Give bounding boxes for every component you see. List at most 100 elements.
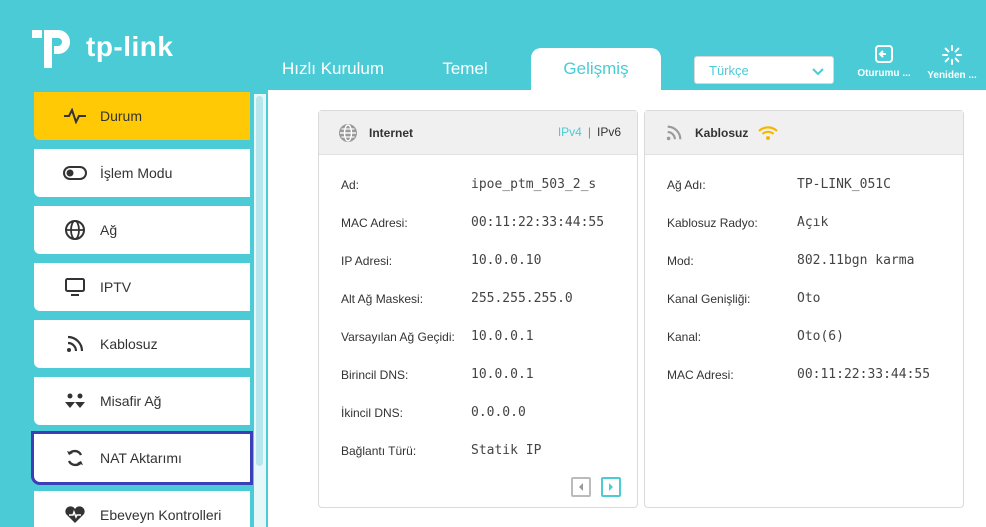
wireless-card-header: Kablosuz — [645, 111, 963, 155]
field-label: Bağlantı Türü: — [341, 444, 417, 458]
field-label: Mod: — [667, 254, 694, 268]
field-label: Ad: — [341, 178, 360, 192]
wireless-row-radio: Kablosuz Radyo: Açık — [667, 215, 828, 230]
sidebar-item-label: Kablosuz — [100, 336, 158, 352]
sidebar-item-label: İşlem Modu — [100, 165, 173, 181]
guest-icon — [62, 390, 88, 412]
tab-basic[interactable]: Temel — [420, 48, 510, 90]
field-label: Ağ Adı: — [667, 178, 706, 192]
ip-version-separator: | — [587, 125, 591, 139]
reboot-icon — [942, 45, 962, 65]
field-label: MAC Adresi: — [341, 216, 408, 230]
tab-advanced[interactable]: Gelişmiş — [531, 48, 661, 90]
wifi-signal-icon — [62, 333, 88, 355]
internet-row-ip: IP Adresi: 10.0.0.10 — [341, 253, 541, 268]
tp-link-logo-icon — [32, 24, 82, 70]
tab-ipv4[interactable]: IPv4 — [558, 125, 582, 139]
chevron-left-icon — [579, 483, 583, 491]
wifi-signal-icon — [663, 122, 685, 144]
logout-label: Oturumu ... — [857, 68, 911, 79]
wireless-row-mac: MAC Adresi: 00:11:22:33:44:55 — [667, 367, 930, 382]
field-value: Açık — [797, 215, 829, 230]
wireless-row-ssid: Ağ Adı: TP-LINK_051C — [667, 177, 891, 192]
globe-icon — [62, 219, 88, 241]
internet-row-primary-dns: Birincil DNS: 10.0.0.1 — [341, 367, 534, 382]
internet-row-secondary-dns: İkincil DNS: 0.0.0.0 — [341, 405, 526, 420]
tab-ipv6[interactable]: IPv6 — [597, 125, 621, 139]
internet-row-connection-type: Bağlantı Türü: Statik IP — [341, 443, 541, 458]
field-value: Oto — [797, 291, 821, 306]
field-label: Kablosuz Radyo: — [667, 216, 758, 230]
sidebar-item-label: NAT Aktarımı — [100, 450, 182, 466]
field-value: 00:11:22:33:44:55 — [797, 367, 931, 382]
wireless-row-channel-width: Kanal Genişliği: Oto — [667, 291, 820, 306]
pulse-icon — [62, 105, 88, 127]
wifi-active-icon — [758, 125, 779, 141]
wireless-row-channel: Kanal: Oto(6) — [667, 329, 844, 344]
sidebar-item-network[interactable]: Ağ — [34, 206, 250, 254]
chevron-down-icon — [812, 68, 824, 76]
internet-card: Internet IPv4 | IPv6 Ad: ipoe_ptm_503_2_s … — [318, 110, 638, 508]
field-value: 00:11:22:33:44:55 — [471, 215, 605, 230]
internet-row-name: Ad: ipoe_ptm_503_2_s — [341, 177, 596, 192]
sidebar-item-status[interactable]: Durum — [34, 92, 250, 140]
sidebar-item-nat-forwarding[interactable]: NAT Aktarımı — [31, 431, 253, 485]
sidebar-item-iptv[interactable]: IPTV — [34, 263, 250, 311]
field-value: 0.0.0.0 — [471, 405, 526, 420]
prev-page-button[interactable] — [571, 477, 591, 497]
field-label: Alt Ağ Maskesi: — [341, 292, 424, 306]
field-value: 255.255.255.0 — [471, 291, 573, 306]
sidebar-item-label: IPTV — [100, 279, 132, 295]
field-value: 10.0.0.10 — [471, 253, 542, 268]
field-label: IP Adresi: — [341, 254, 393, 268]
tab-quick-setup[interactable]: Hızlı Kurulum — [270, 48, 396, 90]
brand-name: tp-link — [86, 31, 174, 62]
tp-link-logo[interactable]: tp-link — [32, 24, 174, 70]
heart-icon — [62, 504, 88, 526]
language-select[interactable]: Türkçe — [694, 56, 834, 84]
field-label: Birincil DNS: — [341, 368, 409, 382]
field-label: Kanal Genişliği: — [667, 292, 751, 306]
nat-refresh-icon — [62, 447, 88, 469]
sidebar-item-label: Misafir Ağ — [100, 393, 162, 409]
internet-card-header: Internet IPv4 | IPv6 — [319, 111, 637, 155]
logout-icon — [875, 45, 893, 63]
internet-row-subnet: Alt Ağ Maskesi: 255.255.255.0 — [341, 291, 573, 306]
sidebar-item-label: Ağ — [100, 222, 118, 238]
sidebar-item-operation-mode[interactable]: İşlem Modu — [34, 149, 250, 197]
sidebar-item-wireless[interactable]: Kablosuz — [34, 320, 250, 368]
field-value: 802.11bgn karma — [797, 253, 915, 268]
reboot-label: Yeniden ... — [927, 70, 977, 81]
reboot-button[interactable]: Yeniden ... — [920, 44, 984, 81]
field-value: TP-LINK_051C — [797, 177, 891, 192]
language-selected: Türkçe — [709, 62, 749, 78]
field-value: 10.0.0.1 — [471, 329, 534, 344]
field-value: Statik IP — [471, 443, 542, 458]
field-label: İkincil DNS: — [341, 406, 404, 420]
field-label: Varsayılan Ağ Geçidi: — [341, 330, 455, 344]
wireless-card-title: Kablosuz — [695, 125, 749, 140]
sidebar-item-guest-network[interactable]: Misafir Ağ — [34, 377, 250, 425]
main-content: Internet IPv4 | IPv6 Ad: ipoe_ptm_503_2_s … — [268, 90, 986, 527]
field-value: 10.0.0.1 — [471, 367, 534, 382]
field-label: MAC Adresi: — [667, 368, 734, 382]
next-page-button[interactable] — [601, 477, 621, 497]
sidebar-item-parental-controls[interactable]: Ebeveyn Kontrolleri — [34, 491, 250, 527]
ip-version-tabs: IPv4 | IPv6 — [558, 125, 621, 139]
field-value: Oto(6) — [797, 329, 844, 344]
wireless-card: Kablosuz Ağ Adı: TP-LINK_051C Kablosuz R… — [644, 110, 964, 508]
internet-row-gateway: Varsayılan Ağ Geçidi: 10.0.0.1 — [341, 329, 534, 344]
field-value: ipoe_ptm_503_2_s — [471, 177, 597, 192]
sidebar-item-label: Ebeveyn Kontrolleri — [100, 507, 222, 523]
sidebar-scrollbar-thumb[interactable] — [256, 96, 263, 466]
chevron-right-icon — [609, 483, 613, 491]
wireless-row-mode: Mod: 802.11bgn karma — [667, 253, 914, 268]
field-label: Kanal: — [667, 330, 702, 344]
globe-icon — [337, 122, 359, 144]
logout-button[interactable]: Oturumu ... — [852, 44, 916, 79]
toggle-icon — [62, 162, 88, 184]
sidebar-item-label: Durum — [100, 108, 143, 124]
internet-row-mac: MAC Adresi: 00:11:22:33:44:55 — [341, 215, 604, 230]
monitor-icon — [62, 276, 88, 298]
internet-card-title: Internet — [369, 125, 414, 140]
